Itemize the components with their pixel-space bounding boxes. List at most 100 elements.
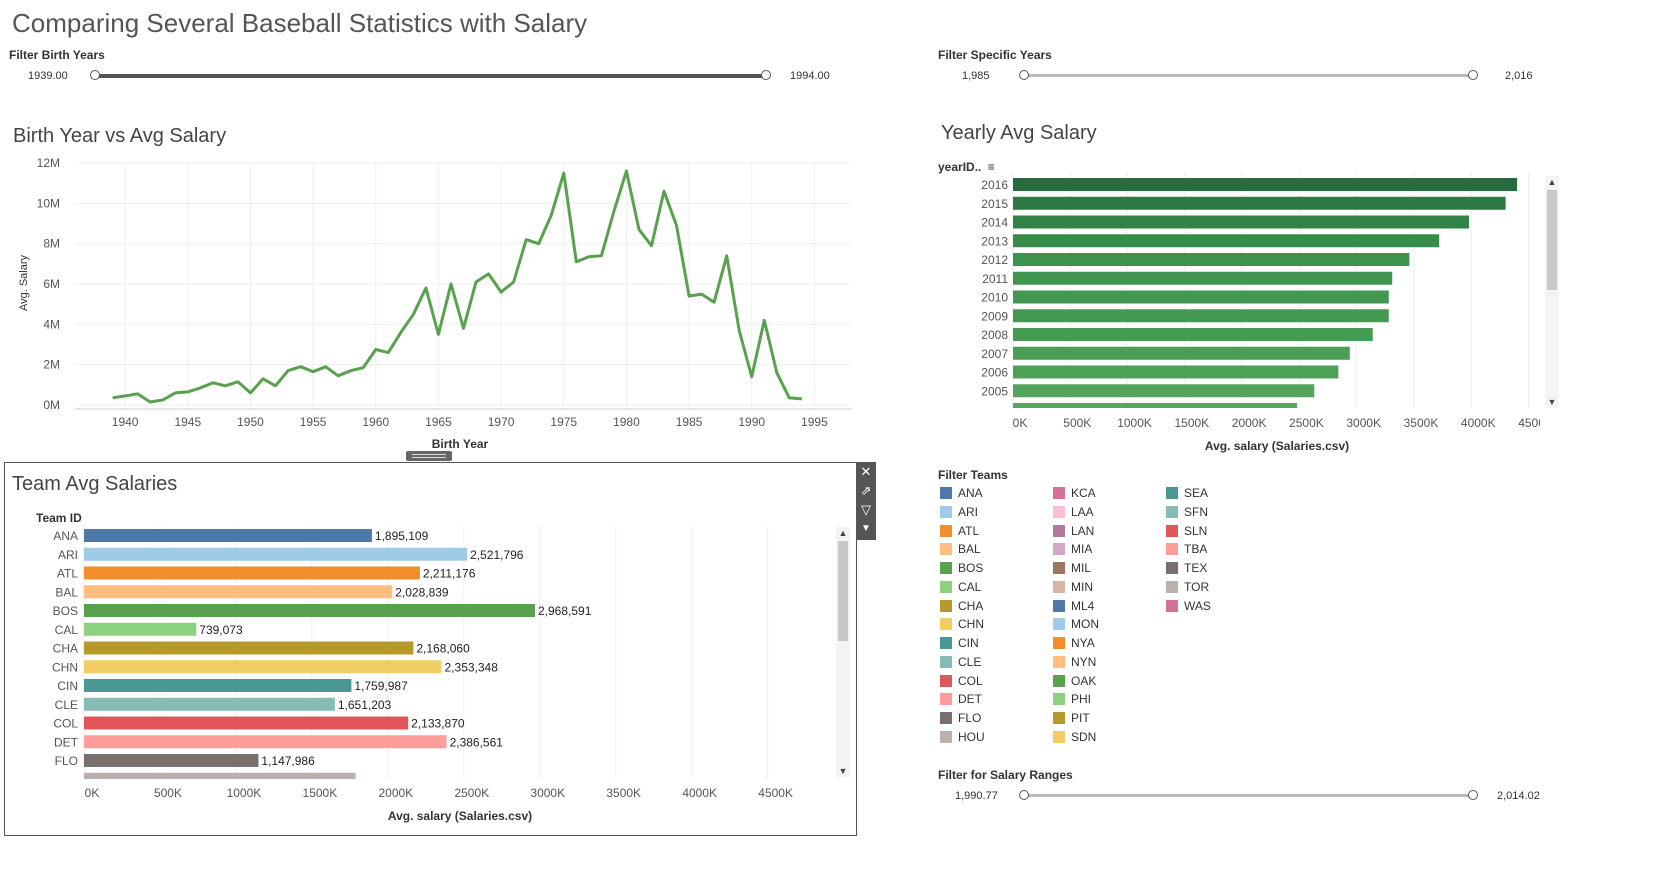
specific-years-max-handle[interactable]: [1468, 70, 1478, 80]
legend-item-oak[interactable]: OAK: [1053, 672, 1096, 690]
team-bar[interactable]: [84, 641, 414, 655]
team-bar[interactable]: [84, 585, 393, 599]
legend-item-bos[interactable]: BOS: [940, 559, 983, 577]
birth-years-max-handle[interactable]: [761, 70, 771, 80]
legend-item-sfn[interactable]: SFN: [1166, 503, 1208, 521]
legend-item-min[interactable]: MIN: [1053, 578, 1093, 596]
legend-item-phi[interactable]: PHI: [1053, 690, 1091, 708]
salary-ranges-min-handle[interactable]: [1019, 790, 1029, 800]
yearly-bar[interactable]: [1013, 290, 1389, 304]
legend-label: CIN: [958, 636, 979, 650]
close-icon[interactable]: ✕: [856, 462, 876, 482]
legend-item-lan[interactable]: LAN: [1053, 522, 1094, 540]
team-scroll-down-icon[interactable]: ▼: [836, 765, 850, 777]
legend-item-nya[interactable]: NYA: [1053, 634, 1095, 652]
team-bar[interactable]: [84, 735, 447, 749]
team-bar-chart[interactable]: ANA 1,895,109 ARI 2,521,796 ATL 2,211,176 BAL 2…: [10, 526, 840, 831]
team-category-label: CHN: [52, 660, 78, 674]
legend-item-sea[interactable]: SEA: [1166, 484, 1208, 502]
legend-item-mil[interactable]: MIL: [1053, 559, 1091, 577]
legend-item-cal[interactable]: CAL: [940, 578, 981, 596]
legend-item-tor[interactable]: TOR: [1166, 578, 1209, 596]
specific-years-slider-track[interactable]: [1024, 74, 1473, 77]
birth-years-min-handle[interactable]: [90, 70, 100, 80]
yearly-bar[interactable]: [1013, 215, 1469, 229]
salary-ranges-slider-track[interactable]: [1024, 794, 1473, 797]
legend-item-ari[interactable]: ARI: [940, 503, 978, 521]
team-bar[interactable]: [84, 716, 409, 730]
yearly-bar[interactable]: [1013, 178, 1518, 191]
legend-item-mia[interactable]: MIA: [1053, 540, 1092, 558]
yearly-category-label: 2013: [981, 234, 1008, 248]
team-scroll-up-icon[interactable]: ▲: [836, 527, 850, 539]
legend-item-atl[interactable]: ATL: [940, 522, 979, 540]
team-scroll-thumb[interactable]: [838, 541, 848, 641]
team-bar[interactable]: [84, 772, 356, 779]
filter-icon[interactable]: ▽: [856, 500, 876, 520]
legend-item-chn[interactable]: CHN: [940, 615, 984, 633]
team-bar[interactable]: [84, 622, 197, 636]
legend-item-cha[interactable]: CHA: [940, 597, 983, 615]
legend-swatch: [1053, 674, 1065, 687]
yearly-scroll-thumb[interactable]: [1547, 190, 1557, 290]
yearly-bar-chart[interactable]: 2016 2015 2014 2013 2012 2011 2010 2009 2008 2007…: [940, 172, 1540, 462]
legend-item-cle[interactable]: CLE: [940, 653, 981, 671]
resize-handle[interactable]: [406, 451, 452, 461]
team-bar[interactable]: [84, 679, 352, 692]
team-scrollbar[interactable]: ▲ ▼: [836, 527, 850, 777]
legend-item-sdn[interactable]: SDN: [1053, 728, 1096, 746]
legend-item-laa[interactable]: LAA: [1053, 503, 1094, 521]
yearly-category-label: 2008: [981, 328, 1008, 342]
birth-year-line-chart[interactable]: 0M 2M 4M 6M 8M 10M 12M 1940 1945 1950 1955 1960 196…: [0, 150, 870, 460]
yearly-bar[interactable]: [1013, 328, 1373, 341]
yearly-category-label: 2015: [981, 197, 1008, 211]
birth-x-tick-label: 1940: [112, 415, 139, 429]
scroll-down-icon[interactable]: ▼: [1545, 396, 1559, 408]
salary-ranges-max-value: 2,014.02: [1497, 790, 1540, 802]
legend-item-bal[interactable]: BAL: [940, 540, 981, 558]
salary-ranges-max-handle[interactable]: [1468, 790, 1478, 800]
legend-item-pit[interactable]: PIT: [1053, 709, 1090, 727]
yearly-bar[interactable]: [1013, 309, 1389, 323]
birth-years-slider-track[interactable]: [95, 74, 766, 78]
legend-item-sln[interactable]: SLN: [1166, 522, 1207, 540]
yearly-bar[interactable]: [1013, 196, 1506, 210]
yearly-category-label: 2007: [981, 347, 1008, 361]
popout-icon[interactable]: ⇗: [856, 481, 876, 501]
team-bar[interactable]: [84, 660, 442, 674]
yearly-bar[interactable]: [1013, 253, 1410, 266]
team-bar[interactable]: [84, 547, 468, 561]
yearly-bar[interactable]: [1013, 271, 1393, 285]
scroll-up-icon[interactable]: ▲: [1545, 176, 1559, 188]
yearly-bar[interactable]: [1013, 403, 1298, 408]
legend-item-tba[interactable]: TBA: [1166, 540, 1207, 558]
legend-item-ml4[interactable]: ML4: [1053, 597, 1094, 615]
legend-item-kca[interactable]: KCA: [1053, 484, 1096, 502]
legend-item-col[interactable]: COL: [940, 672, 983, 690]
legend-item-hou[interactable]: HOU: [940, 728, 985, 746]
team-bar[interactable]: [84, 566, 420, 580]
yearly-bar[interactable]: [1013, 384, 1315, 398]
legend-swatch: [1166, 599, 1178, 612]
yearly-bar[interactable]: [1013, 346, 1350, 360]
team-bar[interactable]: [84, 697, 335, 711]
specific-years-min-handle[interactable]: [1019, 70, 1029, 80]
legend-label: SEA: [1184, 486, 1209, 500]
birth-y-axis-label: Avg. Salary: [18, 254, 30, 311]
team-bar[interactable]: [84, 754, 259, 767]
legend-item-cin[interactable]: CIN: [940, 634, 979, 652]
legend-item-det[interactable]: DET: [940, 690, 982, 708]
legend-item-mon[interactable]: MON: [1053, 615, 1099, 633]
legend-item-was[interactable]: WAS: [1166, 597, 1211, 615]
yearly-scrollbar[interactable]: ▲ ▼: [1545, 176, 1559, 408]
legend-item-ana[interactable]: ANA: [940, 484, 983, 502]
team-bar[interactable]: [84, 604, 535, 617]
legend-item-nyn[interactable]: NYN: [1053, 653, 1096, 671]
legend-item-flo[interactable]: FLO: [940, 709, 981, 727]
team-bar[interactable]: [84, 529, 372, 542]
yearly-bar[interactable]: [1013, 234, 1440, 248]
legend-item-tex[interactable]: TEX: [1166, 559, 1207, 577]
yearly-bar[interactable]: [1013, 365, 1339, 379]
team-category-label: COL: [53, 717, 78, 731]
menu-arrow-icon[interactable]: ▼: [856, 519, 876, 539]
